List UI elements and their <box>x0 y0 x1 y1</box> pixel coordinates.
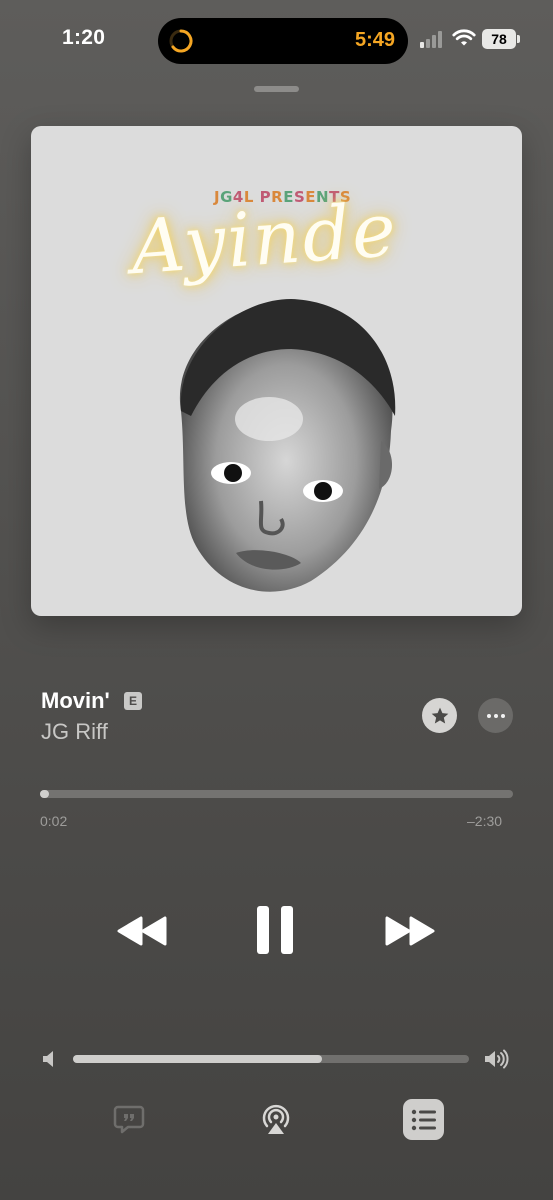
artwork-album-title: Ayinde <box>128 186 401 292</box>
time-elapsed: 0:02 <box>40 813 68 829</box>
status-bar-time: 1:20 <box>62 26 106 49</box>
track-artist-link[interactable]: JG Riff <box>41 719 108 745</box>
island-timer-time: 5:49 <box>355 29 396 51</box>
pause-button[interactable] <box>250 900 300 960</box>
time-remaining: –2:30 <box>467 813 503 829</box>
playback-scrubber[interactable] <box>40 790 513 798</box>
list-icon <box>411 1109 436 1130</box>
lyrics-button[interactable] <box>113 1103 145 1135</box>
artwork-portrait <box>179 299 396 592</box>
sheet-grabber[interactable] <box>254 86 299 92</box>
favorite-button[interactable] <box>422 698 457 733</box>
volume-low-icon <box>43 1051 53 1067</box>
timer-icon <box>169 29 193 53</box>
airplay-button[interactable] <box>259 1102 293 1136</box>
wifi-icon <box>452 29 476 46</box>
backward-icon <box>117 916 167 946</box>
previous-track-button[interactable] <box>112 906 172 956</box>
forward-icon <box>385 916 435 946</box>
airplay-icon <box>262 1104 290 1134</box>
album-artwork[interactable]: JG4L PRESENTS Ayinde <box>31 126 522 616</box>
volume-high-icon <box>485 1049 509 1069</box>
track-title: Movin' <box>41 688 110 713</box>
battery-indicator: 78 <box>482 29 516 49</box>
next-track-button[interactable] <box>380 906 440 956</box>
queue-button[interactable] <box>403 1099 444 1140</box>
more-options-button[interactable] <box>478 698 513 733</box>
playback-progress-fill <box>40 790 49 798</box>
volume-slider-fill <box>73 1055 323 1063</box>
cellular-signal-icon <box>420 30 446 48</box>
battery-cap <box>517 35 520 43</box>
quote-bubble-icon <box>113 1105 145 1134</box>
explicit-badge: E <box>124 692 142 710</box>
pause-icon <box>257 906 293 954</box>
star-icon <box>431 707 448 723</box>
ellipsis-icon <box>486 713 505 718</box>
